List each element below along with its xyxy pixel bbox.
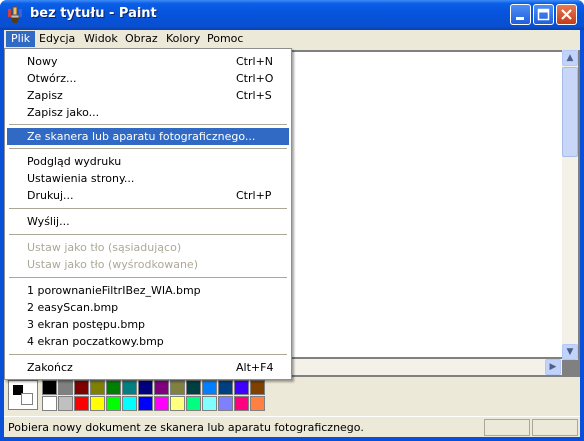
scroll-up-icon[interactable]: ▲	[562, 50, 578, 66]
menu-item-set-background-tiled: Ustaw jako tło (sąsiadująco)	[27, 241, 182, 254]
vertical-scroll-thumb[interactable]	[562, 67, 578, 157]
status-bar: Pobiera nowy dokument ze skanera lub apa…	[4, 416, 580, 437]
menu-file[interactable]: Plik	[6, 31, 36, 47]
minimize-button[interactable]	[510, 4, 531, 25]
color-swatch[interactable]	[186, 380, 201, 395]
close-icon	[561, 9, 572, 20]
file-menu-dropdown: Nowy Ctrl+N Otwórz... Ctrl+O Zapisz Ctrl…	[4, 48, 292, 380]
menu-separator	[9, 148, 287, 149]
menu-bar: Plik Edycja Widok Obraz Kolory Pomoc	[4, 30, 580, 48]
menu-image[interactable]: Obraz	[120, 31, 163, 47]
color-palette	[4, 378, 580, 414]
menu-separator	[9, 234, 287, 235]
color-swatch[interactable]	[58, 396, 73, 411]
menu-item-save-as[interactable]: Zapisz jako...	[7, 104, 289, 121]
color-swatch[interactable]	[154, 396, 169, 411]
maximize-button[interactable]	[533, 4, 554, 25]
color-swatch[interactable]	[218, 396, 233, 411]
menu-item-print[interactable]: Drukuj... Ctrl+P	[7, 187, 289, 204]
status-cell-position	[484, 419, 530, 436]
color-swatch[interactable]	[170, 396, 185, 411]
color-swatch[interactable]	[202, 380, 217, 395]
menu-item-save[interactable]: Zapisz Ctrl+S	[7, 87, 289, 104]
menu-item-recent-4[interactable]: 4 ekran poczatkowy.bmp	[7, 333, 289, 350]
color-swatch[interactable]	[138, 396, 153, 411]
color-swatch[interactable]	[74, 380, 89, 395]
color-swatch[interactable]	[90, 380, 105, 395]
menu-item-from-scanner[interactable]: Ze skanera lub aparatu fotograficznego..…	[7, 128, 289, 145]
scroll-down-icon[interactable]: ▼	[562, 344, 578, 360]
color-swatch[interactable]	[106, 380, 121, 395]
color-swatch[interactable]	[106, 396, 121, 411]
menu-item-recent-1[interactable]: 1 porownanieFiltrIBez_WIA.bmp	[7, 282, 289, 299]
menu-item-page-setup[interactable]: Ustawienia strony...	[7, 170, 289, 187]
color-swatch[interactable]	[218, 380, 233, 395]
color-swatch[interactable]	[42, 380, 57, 395]
color-swatch[interactable]	[58, 380, 73, 395]
color-swatch[interactable]	[170, 380, 185, 395]
menu-item-new[interactable]: Nowy Ctrl+N	[7, 53, 289, 70]
menu-edit[interactable]: Edycja	[34, 31, 80, 47]
color-swatch[interactable]	[42, 396, 57, 411]
menu-item-exit[interactable]: Zakończ Alt+F4	[7, 359, 289, 376]
maximize-icon	[537, 8, 550, 21]
background-color[interactable]	[21, 393, 33, 405]
menu-item-open[interactable]: Otwórz... Ctrl+O	[7, 70, 289, 87]
color-swatch[interactable]	[202, 396, 217, 411]
color-swatch[interactable]	[138, 380, 153, 395]
menu-help[interactable]: Pomoc	[202, 31, 248, 47]
menu-item-recent-2[interactable]: 2 easyScan.bmp	[7, 299, 289, 316]
color-swatch[interactable]	[234, 396, 249, 411]
paint-window: bez tytułu - Paint Plik Edycja Widok Obr…	[0, 0, 584, 441]
minimize-icon	[516, 17, 524, 20]
paint-brush-icon[interactable]	[6, 6, 24, 24]
close-button[interactable]	[556, 4, 577, 25]
color-swatch[interactable]	[122, 380, 137, 395]
menu-colors[interactable]: Kolory	[161, 31, 205, 47]
menu-separator	[9, 354, 287, 355]
scroll-right-icon[interactable]: ▶	[545, 359, 561, 375]
color-swatch[interactable]	[250, 380, 265, 395]
menu-separator	[9, 277, 287, 278]
menu-item-recent-3[interactable]: 3 ekran postępu.bmp	[7, 316, 289, 333]
window-title: bez tytułu - Paint	[30, 6, 157, 21]
title-bar[interactable]: bez tytułu - Paint	[0, 0, 584, 30]
status-cell-size	[532, 419, 578, 436]
current-colors[interactable]	[8, 380, 38, 410]
color-swatch[interactable]	[154, 380, 169, 395]
color-swatch[interactable]	[250, 396, 265, 411]
color-swatch[interactable]	[74, 396, 89, 411]
status-text: Pobiera nowy dokument ze skanera lub apa…	[8, 421, 364, 434]
menu-separator	[9, 124, 287, 125]
menu-item-set-background-centered: Ustaw jako tło (wyśrodkowane)	[27, 258, 198, 271]
color-swatch[interactable]	[186, 396, 201, 411]
color-swatch[interactable]	[234, 380, 249, 395]
menu-separator	[9, 208, 287, 209]
menu-item-send[interactable]: Wyślij...	[7, 213, 289, 230]
color-swatch[interactable]	[122, 396, 137, 411]
menu-view[interactable]: Widok	[79, 31, 123, 47]
vertical-scrollbar[interactable]: ▲ ▼	[562, 50, 578, 360]
menu-item-print-preview[interactable]: Podgląd wydruku	[7, 153, 289, 170]
color-swatch[interactable]	[90, 396, 105, 411]
